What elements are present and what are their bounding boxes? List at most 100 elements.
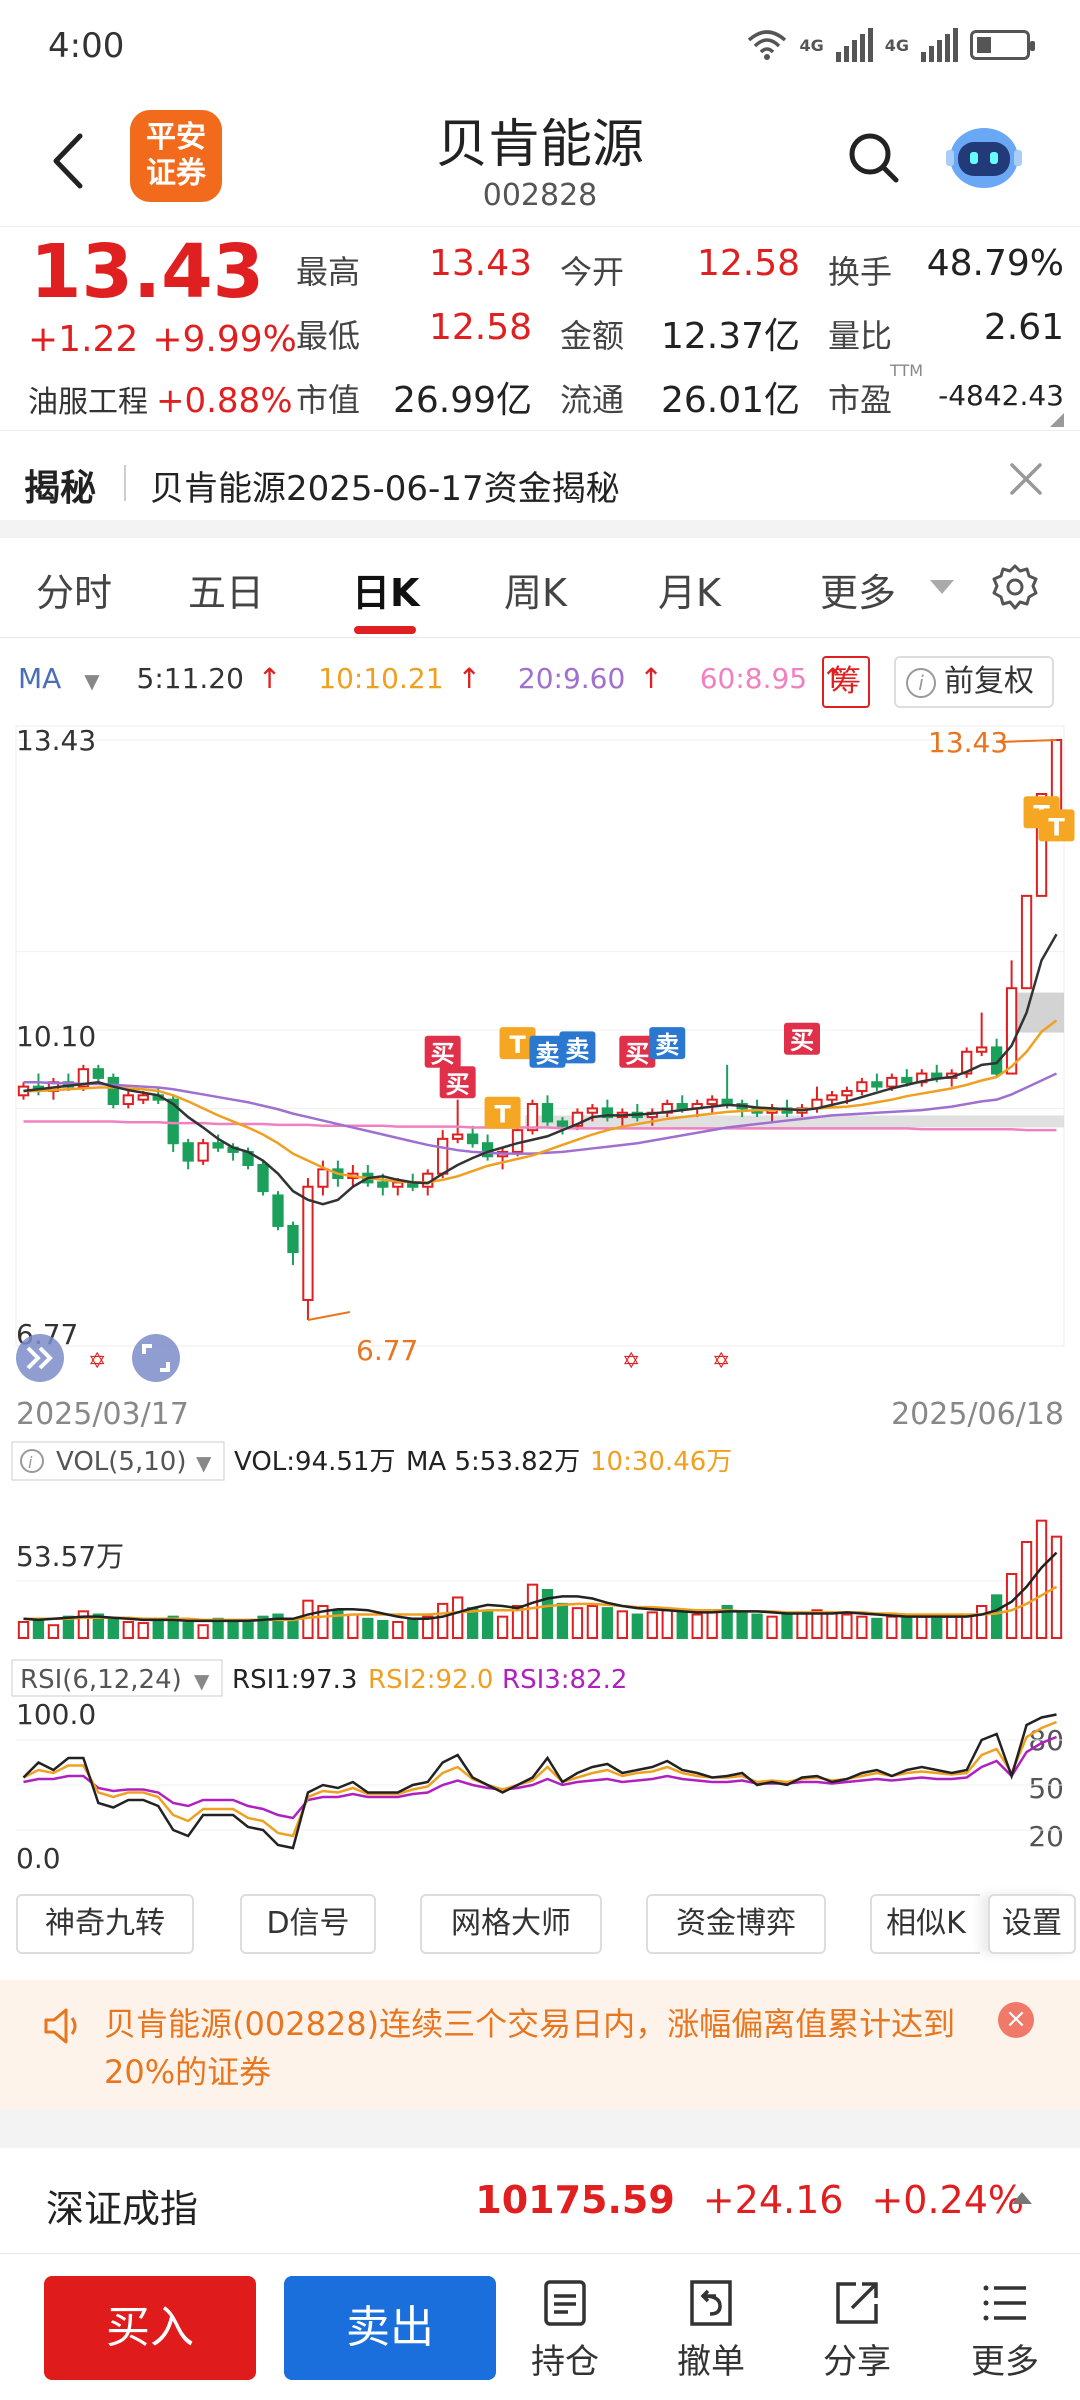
header: 平安 证券 贝肯能源 002828 xyxy=(0,96,1080,226)
chevron-up-icon[interactable] xyxy=(1012,2192,1032,2204)
signal-buy: 买 xyxy=(424,1035,461,1068)
candle-body xyxy=(122,1094,134,1106)
volume-bar xyxy=(601,1607,614,1640)
low-label: 最低 xyxy=(296,317,361,355)
nav-cancel-order[interactable]: 撤单 xyxy=(656,2278,766,2383)
open-value: 12.58 xyxy=(696,243,800,284)
network-type-1: 4G xyxy=(799,35,824,55)
candle-body xyxy=(302,1185,314,1301)
tab-daily-k[interactable]: 日K xyxy=(352,562,419,617)
volume-bar xyxy=(616,1610,628,1639)
nav-share[interactable]: 分享 xyxy=(802,2278,912,2383)
tab-weekly-k[interactable]: 周K xyxy=(504,562,567,617)
volume-bar xyxy=(242,1622,254,1639)
tool-similar-k[interactable]: 相似K xyxy=(870,1894,980,1954)
tab-intraday[interactable]: 分时 xyxy=(36,562,112,617)
risk-alert[interactable]: 贝肯能源(002828)连续三个交易日内，涨幅偏离值累计达到20%的证券 × xyxy=(0,1980,1080,2110)
float-cap-label: 流通 xyxy=(560,381,625,419)
signal-label: T xyxy=(1048,813,1065,841)
info-icon: i xyxy=(906,668,936,698)
adjust-restore-button[interactable]: i 前复权 xyxy=(894,656,1054,708)
tool-d-signal[interactable]: D信号 xyxy=(240,1894,376,1954)
expand-sidebar-icon[interactable] xyxy=(16,1334,64,1382)
volume-header: i VOL(5,10) ▼ VOL:94.51万 MA 5:53.82万 10:… xyxy=(11,1441,732,1481)
candle-body xyxy=(466,1133,479,1145)
volume-bar xyxy=(347,1613,359,1639)
status-icons: 4G 4G xyxy=(747,28,1035,62)
status-time: 4:00 xyxy=(48,26,125,66)
tab-monthly-k[interactable]: 月K xyxy=(658,562,721,617)
pe-label: 市盈 xyxy=(828,381,893,419)
alert-close-icon[interactable]: × xyxy=(998,2002,1034,2038)
svg-text:i: i xyxy=(28,1453,33,1472)
volume-bar xyxy=(856,1615,868,1640)
index-ticker[interactable]: 深证成指 10175.59 +24.16 +0.24% xyxy=(0,2148,1080,2254)
kline-chart[interactable]: 买买TT卖卖买卖买TT 13.43 10.10 6.77 13.43 6.77 … xyxy=(0,720,1080,1890)
nav-more[interactable]: 更多 xyxy=(950,2278,1060,2383)
candle-body xyxy=(541,1103,554,1123)
tab-more[interactable]: 更多 xyxy=(820,562,896,617)
status-bar: 4:00 4G 4G xyxy=(0,0,1080,96)
turnover-label: 换手 xyxy=(828,253,893,291)
close-icon[interactable] xyxy=(1004,457,1048,501)
signal-buy: 买 xyxy=(439,1066,476,1099)
buy-button[interactable]: 买入 xyxy=(44,2276,256,2380)
candle-body xyxy=(137,1094,149,1101)
candle-body xyxy=(272,1194,284,1227)
price-zone-highlights xyxy=(525,992,1064,1128)
svg-text:▼: ▼ xyxy=(194,1669,210,1693)
vol-axis-label: 53.57万 xyxy=(16,1540,124,1573)
rsi-top-label: 100.0 xyxy=(16,1698,96,1731)
candle-body xyxy=(976,1046,988,1053)
vol-value: VOL:94.51万 xyxy=(234,1447,395,1477)
rsi-50-label: 50 xyxy=(1028,1772,1064,1805)
vol-ma10: 10:30.46万 xyxy=(590,1447,732,1477)
volume-bar xyxy=(766,1615,778,1640)
rsi-selector[interactable]: RSI(6,12,24) xyxy=(20,1665,182,1695)
sell-button[interactable]: 卖出 xyxy=(284,2276,496,2380)
divider xyxy=(124,465,126,501)
candle-body xyxy=(721,1098,733,1106)
rsi-grid xyxy=(16,1739,1064,1831)
tool-magic-nine[interactable]: 神奇九转 xyxy=(16,1894,194,1954)
tool-fund-game[interactable]: 资金博弈 xyxy=(646,1894,826,1954)
sector-name: 油服工程 xyxy=(28,385,148,420)
volume-bar xyxy=(946,1615,958,1640)
volume-bar xyxy=(1035,1519,1048,1640)
candle-body xyxy=(826,1094,838,1101)
tool-grid-master[interactable]: 网格大师 xyxy=(420,1894,602,1954)
volume-bar xyxy=(481,1610,494,1639)
y-mid-label: 10.10 xyxy=(16,1020,96,1053)
fund-reveal-banner[interactable]: 揭秘 贝肯能源2025-06-17资金揭秘 xyxy=(0,430,1080,534)
chevron-down-icon[interactable] xyxy=(930,580,954,594)
volume-bar xyxy=(586,1605,599,1639)
volume-bar xyxy=(871,1617,883,1639)
tab-five-day[interactable]: 五日 xyxy=(188,562,264,617)
document-icon xyxy=(544,2280,586,2326)
volume-bar xyxy=(227,1619,239,1640)
volume-bar xyxy=(646,1611,658,1640)
sector-info[interactable]: 油服工程 +0.88% xyxy=(28,377,293,421)
alert-text: 贝肯能源(002828)连续三个交易日内，涨幅偏离值累计达到20%的证券 xyxy=(104,2005,956,2091)
candle-body xyxy=(182,1142,194,1162)
fullscreen-icon[interactable] xyxy=(132,1334,180,1382)
vol-selector[interactable]: VOL(5,10) xyxy=(56,1447,186,1477)
volume-bar xyxy=(931,1617,943,1639)
tool-settings[interactable]: 设置 xyxy=(988,1894,1076,1954)
search-icon[interactable] xyxy=(846,130,902,186)
ma-selector[interactable]: MA ▼ xyxy=(18,662,114,695)
assistant-robot-icon[interactable] xyxy=(944,118,1024,194)
svg-text:✡: ✡ xyxy=(88,1349,106,1374)
chip-distribution-button[interactable]: 筹 xyxy=(822,656,870,708)
event-marker-3[interactable]: ✡ xyxy=(712,1349,730,1374)
high-value: 13.43 xyxy=(428,243,532,284)
volume-bar xyxy=(17,1621,30,1639)
event-marker-2[interactable]: ✡ xyxy=(622,1349,640,1374)
ma10-value: 10:10.21 ↑ xyxy=(318,662,481,695)
gear-icon[interactable] xyxy=(990,562,1040,612)
volume-bar xyxy=(556,1602,569,1639)
signal-icon-2 xyxy=(921,28,958,62)
event-marker-1[interactable]: ✡ xyxy=(88,1349,106,1374)
signal-sell: 卖 xyxy=(649,1027,686,1060)
nav-holdings[interactable]: 持仓 xyxy=(510,2278,620,2383)
